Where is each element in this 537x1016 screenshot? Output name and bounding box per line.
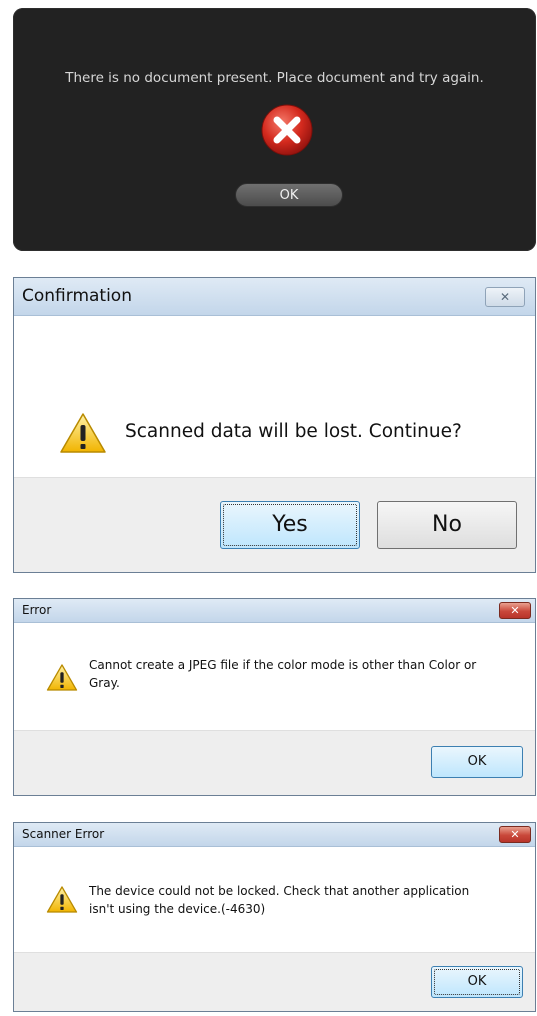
confirmation-dialog: Confirmation ✕ Scanned data will be lost… [13, 277, 536, 573]
button-bar: Yes No [14, 477, 535, 572]
ok-button[interactable]: OK [235, 183, 343, 207]
no-button[interactable]: No [377, 501, 517, 549]
no-button-label: No [432, 512, 462, 537]
close-icon: ✕ [499, 290, 511, 304]
ok-button-label: OK [467, 754, 487, 769]
warning-icon [46, 886, 78, 913]
dialog-title: Confirmation [22, 286, 132, 306]
scanner-error-message-line2: isn't using the device.(-4630) [89, 902, 266, 916]
button-bar: OK [14, 952, 535, 1011]
no-document-dialog: There is no document present. Place docu… [13, 8, 536, 251]
dialog-title: Error [22, 603, 52, 617]
ok-button[interactable]: OK [431, 966, 523, 998]
title-bar: Error ✕ [14, 599, 535, 623]
close-button[interactable]: ✕ [499, 826, 531, 843]
title-bar: Confirmation ✕ [14, 278, 535, 316]
confirmation-message: Scanned data will be lost. Continue? [125, 421, 462, 442]
warning-icon [46, 664, 78, 691]
title-bar: Scanner Error ✕ [14, 823, 535, 847]
close-icon: ✕ [510, 604, 520, 617]
dialog-title: Scanner Error [22, 827, 105, 841]
error-message-line2: Gray. [89, 676, 120, 690]
error-message-line1: Cannot create a JPEG file if the color m… [89, 658, 477, 672]
yes-button[interactable]: Yes [220, 501, 360, 549]
yes-button-label: Yes [272, 512, 308, 537]
error-x-icon [261, 104, 313, 156]
close-icon: ✕ [510, 828, 520, 841]
scanner-error-dialog: Scanner Error ✕ The device could not be … [13, 822, 536, 1012]
error-dialog: Error ✕ Cannot create a JPEG file if the… [13, 598, 536, 796]
close-button[interactable]: ✕ [499, 602, 531, 619]
ok-button-label: OK [467, 974, 487, 989]
button-bar: OK [14, 730, 535, 795]
close-button[interactable]: ✕ [485, 287, 525, 307]
scanner-error-message-line1: The device could not be locked. Check th… [89, 884, 470, 898]
warning-icon [60, 413, 106, 453]
no-document-message: There is no document present. Place docu… [65, 70, 484, 86]
ok-button[interactable]: OK [431, 746, 523, 778]
